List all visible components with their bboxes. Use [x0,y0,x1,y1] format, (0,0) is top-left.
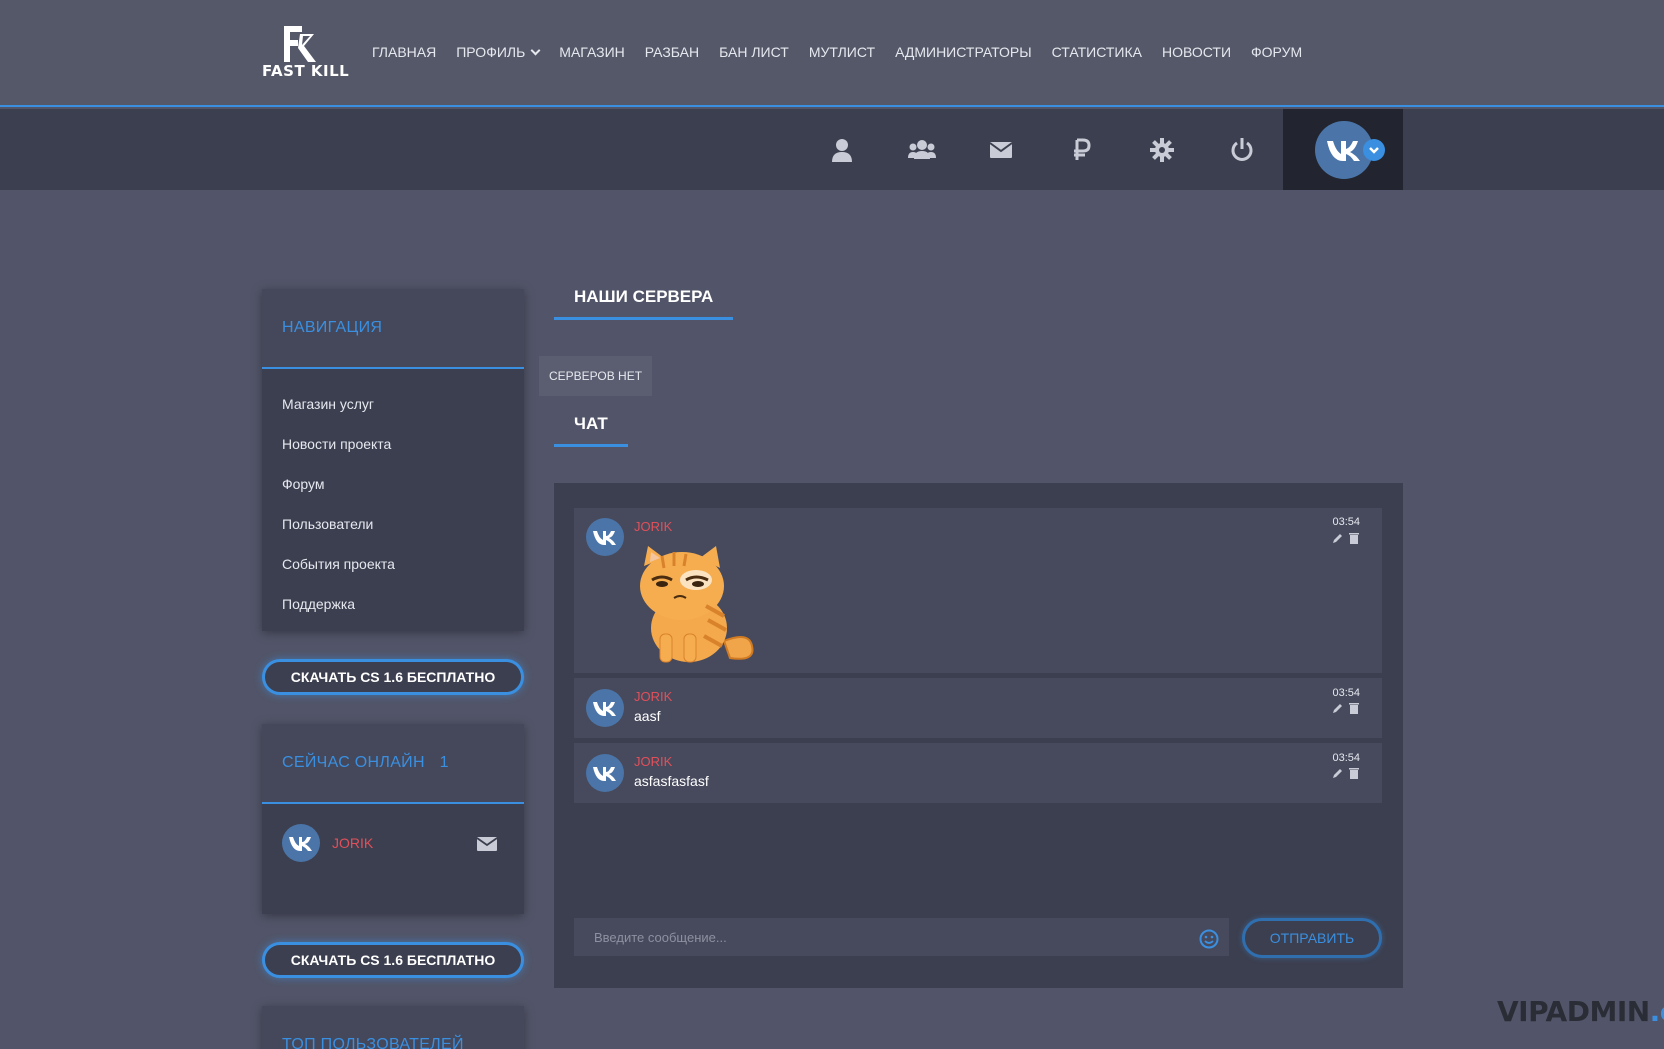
menu-item-label: СТАТИСТИКА [1051,44,1142,60]
ruble-icon[interactable] [1069,137,1095,163]
chat-message: JORIK aasf 03:54 [574,678,1382,738]
vk-logo-icon [593,767,616,781]
nav-item-forum[interactable]: Форум [262,464,524,504]
menu-item-label: ФОРУМ [1251,44,1303,60]
menu-item-admins[interactable]: АДМИНИСТРАТОРЫ [895,44,1032,60]
top-navigation-bar: FAST KILL ГЛАВНАЯ ПРОФИЛЬ МАГАЗИН РАЗБАН… [0,0,1664,107]
trash-icon[interactable] [1348,532,1360,544]
account-menu[interactable] [1283,109,1403,190]
menu-item-label: БАН ЛИСТ [719,44,789,60]
message-time: 03:54 [1332,752,1360,764]
online-username[interactable]: JORIK [332,835,373,851]
vk-logo-icon [593,702,616,716]
brand-name: FAST KILL [262,62,350,80]
nav-item-users[interactable]: Пользователи [262,504,524,544]
chevron-down-icon [530,45,541,55]
account-dropdown-badge [1363,139,1385,161]
pencil-icon[interactable] [1332,767,1344,779]
message-actions [1332,532,1360,544]
message-actions [1332,702,1360,714]
trash-icon[interactable] [1348,702,1360,714]
download-cs-button[interactable]: СКАЧАТЬ CS 1.6 БЕСПЛАТНО [262,659,524,695]
watermark-main: VIPADMIN [1497,995,1650,1028]
avatar [282,824,320,862]
menu-item-label: МАГАЗИН [559,44,625,60]
nav-item-events[interactable]: События проекта [262,544,524,584]
navigation-panel: НАВИГАЦИЯ Магазин услуг Новости проекта … [262,289,524,631]
menu-item-label: ГЛАВНАЯ [372,44,437,60]
nav-item-news[interactable]: Новости проекта [262,424,524,464]
message-time: 03:54 [1332,516,1360,528]
grumpy-cat-sticker [640,546,754,663]
menu-item-banlist[interactable]: БАН ЛИСТ [719,44,789,60]
vk-logo-icon [289,837,312,851]
menu-item-home[interactable]: ГЛАВНАЯ [372,44,436,60]
nav-item-shop[interactable]: Магазин услуг [262,384,524,424]
chat-message: JORIK asfasfasfasf 03:54 [574,743,1382,803]
menu-item-news[interactable]: НОВОСТИ [1162,44,1231,60]
top-users-title: ТОП ПОЛЬЗОВАТЕЛЕЙ [262,1006,524,1049]
pencil-icon[interactable] [1332,532,1344,544]
menu-item-profile[interactable]: ПРОФИЛЬ [456,44,541,60]
send-button[interactable]: ОТПРАВИТЬ [1242,918,1382,958]
no-servers-label: СЕРВЕРОВ НЕТ [539,356,652,396]
chat-title: ЧАТ [554,411,628,447]
message-author[interactable]: JORIK [634,519,672,534]
nav-item-support[interactable]: Поддержка [262,584,524,624]
user-icon[interactable] [829,137,855,163]
menu-item-label: МУТЛИСТ [808,44,876,60]
emoji-icon[interactable] [1199,929,1219,949]
online-title: СЕЙЧАС ОНЛАЙН 1 [262,724,524,804]
power-icon[interactable] [1229,137,1255,163]
avatar [586,518,624,556]
fast-kill-logo-icon [284,26,316,62]
user-toolbar [0,109,1664,190]
gear-icon[interactable] [1149,137,1175,163]
message-actions [1332,767,1360,779]
site-logo[interactable]: FAST KILL [262,24,350,84]
menu-item-label: РАЗБАН [644,44,700,60]
menu-item-label: ПРОФИЛЬ [456,44,526,60]
menu-item-label: АДМИНИСТРАТОРЫ [895,44,1032,60]
chevron-down-icon [1369,147,1379,154]
message-text: asfasfasfasf [634,773,709,789]
message-author[interactable]: JORIK [634,754,672,769]
trash-icon[interactable] [1348,767,1360,779]
online-user-row[interactable]: JORIK [282,824,504,864]
watermark-suffix: .club [1649,995,1664,1028]
download-cs-button[interactable]: СКАЧАТЬ CS 1.6 БЕСПЛАТНО [262,942,524,978]
top-users-panel: ТОП ПОЛЬЗОВАТЕЛЕЙ [262,1006,524,1049]
menu-item-shop[interactable]: МАГАЗИН [559,44,624,60]
watermark: VIPADMIN.club [1497,995,1664,1028]
online-count: 1 [439,754,449,771]
envelope-icon[interactable] [477,836,497,852]
online-title-label: СЕЙЧАС ОНЛАЙН [282,754,425,771]
menu-item-unban[interactable]: РАЗБАН [645,44,699,60]
avatar [586,754,624,792]
chat-box: JORIK 03:54 JORIK aasf 03:54 JORIK asfas… [554,483,1403,988]
chat-message: JORIK 03:54 [574,508,1382,673]
vk-logo-icon [593,531,616,545]
message-author[interactable]: JORIK [634,689,672,704]
message-time: 03:54 [1332,687,1360,699]
chat-message-input[interactable] [574,918,1229,956]
navigation-title: НАВИГАЦИЯ [262,289,524,369]
avatar [586,689,624,727]
online-panel: СЕЙЧАС ОНЛАЙН 1 JORIK [262,724,524,914]
menu-item-stats[interactable]: СТАТИСТИКА [1052,44,1142,60]
servers-title: НАШИ СЕРВЕРА [554,284,734,320]
menu-item-forum[interactable]: ФОРУМ [1251,44,1302,60]
menu-item-label: НОВОСТИ [1161,44,1232,60]
main-menu: ГЛАВНАЯ ПРОФИЛЬ МАГАЗИН РАЗБАН БАН ЛИСТ … [372,44,1322,60]
message-text: aasf [634,708,661,724]
envelope-icon[interactable] [988,137,1014,163]
menu-item-mutelist[interactable]: МУТЛИСТ [809,44,875,60]
users-icon[interactable] [908,137,936,163]
pencil-icon[interactable] [1332,702,1344,714]
